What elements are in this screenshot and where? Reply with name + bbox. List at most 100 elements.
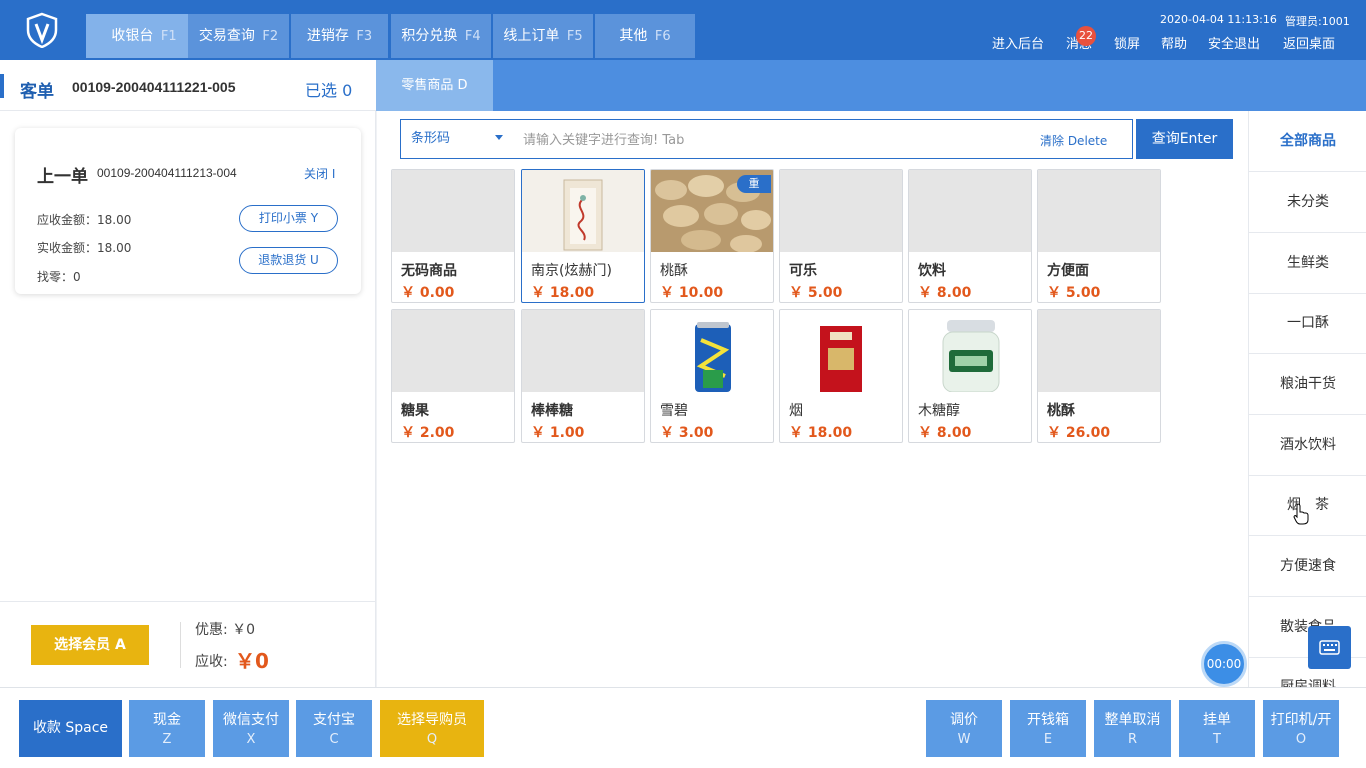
product-name: 桃酥: [1047, 403, 1075, 419]
product-card[interactable]: 重 桃酥 ￥ 10.00: [650, 169, 774, 303]
product-price: ￥ 18.00: [531, 285, 595, 301]
search-input[interactable]: [523, 128, 1023, 152]
cigarette-box-image: [522, 170, 644, 252]
product-card[interactable]: 糖果 ￥ 2.00: [391, 309, 515, 443]
guide-label: 选择导购员: [397, 712, 467, 728]
product-image-placeholder: [522, 310, 644, 392]
tab-inventory[interactable]: 进销存 F3: [291, 14, 388, 58]
product-name: 饮料: [918, 263, 946, 279]
order-header: 客单 00109-200404111221-005 已选 0: [0, 60, 376, 111]
product-name: 糖果: [401, 403, 429, 419]
product-tabs-bar: 零售商品 D: [376, 60, 1366, 111]
product-card[interactable]: 雪碧 ￥ 3.00: [650, 309, 774, 443]
left-panel: 上一单 00109-200404111213-004 关闭 I 应收金额：18.…: [0, 111, 376, 687]
clear-button[interactable]: 清除 Delete: [1040, 132, 1107, 149]
search-type-value: 条形码: [411, 131, 451, 146]
lock-screen-link[interactable]: 锁屏: [1114, 33, 1140, 52]
logout-link[interactable]: 安全退出: [1208, 33, 1260, 52]
product-card[interactable]: 方便面 ￥ 5.00: [1037, 169, 1161, 303]
cash-label: 现金: [153, 712, 181, 728]
category-fresh[interactable]: 生鲜类: [1249, 233, 1366, 294]
product-image-placeholder: [780, 170, 902, 252]
alipay-button[interactable]: 支付宝 C: [296, 700, 372, 757]
product-card[interactable]: 棒棒糖 ￥ 1.00: [521, 309, 645, 443]
product-name: 棒棒糖: [531, 403, 573, 419]
backend-link[interactable]: 进入后台: [992, 33, 1044, 52]
close-link[interactable]: 关闭 I: [304, 165, 335, 182]
tab-other[interactable]: 其他 F6: [595, 14, 695, 58]
category-instant-food[interactable]: 方便速食: [1249, 536, 1366, 597]
refund-button[interactable]: 退款退货 U: [239, 247, 338, 274]
product-card[interactable]: 桃酥 ￥ 26.00: [1037, 309, 1161, 443]
divider: [180, 622, 181, 668]
product-card[interactable]: 南京(炫赫门) ￥ 18.00: [521, 169, 645, 303]
hold-key: T: [1213, 732, 1221, 747]
printer-label: 打印机/开: [1270, 712, 1332, 728]
category-grain-oil[interactable]: 粮油干货: [1249, 354, 1366, 415]
open-drawer-button[interactable]: 开钱箱 E: [1010, 700, 1086, 757]
product-card[interactable]: 可乐 ￥ 5.00: [779, 169, 903, 303]
drawer-key: E: [1043, 732, 1053, 747]
alipay-key: C: [329, 732, 339, 747]
hold-order-button[interactable]: 挂单 T: [1179, 700, 1255, 757]
category-drinks[interactable]: 酒水饮料: [1249, 415, 1366, 476]
select-member-button[interactable]: 选择会员 A: [31, 625, 149, 665]
product-name: 木糖醇: [918, 403, 960, 419]
wechat-pay-button[interactable]: 微信支付 X: [213, 700, 289, 757]
keyboard-icon[interactable]: [1308, 626, 1351, 669]
collect-payment-button[interactable]: 收款 Space: [19, 700, 122, 757]
adjust-key: W: [957, 732, 971, 747]
search-type-select[interactable]: 条形码: [400, 119, 514, 159]
product-card[interactable]: 烟 ￥ 18.00: [779, 309, 903, 443]
product-price: ￥ 18.00: [789, 425, 853, 441]
adjust-price-button[interactable]: 调价 W: [926, 700, 1002, 757]
wechat-key: X: [246, 732, 256, 747]
product-price: ￥ 5.00: [1047, 285, 1101, 301]
hold-label: 挂单: [1203, 712, 1231, 728]
member-section: 选择会员 A 优惠: ￥0 应收: ￥0: [0, 601, 376, 687]
category-crisp[interactable]: 一口酥: [1249, 293, 1366, 354]
discount-label: 优惠: ￥0: [195, 622, 256, 638]
tab-transaction-query[interactable]: 交易查询 F2: [188, 14, 289, 58]
caret-down-icon: [495, 135, 503, 140]
product-card[interactable]: 饮料 ￥ 8.00: [908, 169, 1032, 303]
selected-count: 已选 0: [305, 81, 353, 100]
product-image-placeholder: [1038, 310, 1160, 392]
select-guide-button[interactable]: 选择导购员 Q: [380, 700, 484, 757]
tab-cashier[interactable]: 收银台 F1: [86, 14, 202, 58]
product-name: 南京(炫赫门): [531, 263, 612, 279]
product-price: ￥ 26.00: [1047, 425, 1111, 441]
cash-key: Z: [162, 732, 172, 747]
tab-points[interactable]: 积分兑换 F4: [391, 14, 491, 58]
product-price: ￥ 0.00: [401, 285, 455, 301]
product-image-placeholder: [392, 310, 514, 392]
print-receipt-button[interactable]: 打印小票 Y: [239, 205, 338, 232]
last-order-title: 上一单: [37, 167, 88, 187]
category-all[interactable]: 全部商品: [1249, 111, 1366, 172]
product-price: ￥ 1.00: [531, 425, 585, 441]
printer-button[interactable]: 打印机/开 O: [1263, 700, 1339, 757]
cash-button[interactable]: 现金 Z: [129, 700, 205, 757]
last-order-number: 00109-200404111213-004: [97, 166, 237, 180]
message-count-badge: 22: [1076, 26, 1096, 46]
cancel-order-button[interactable]: 整单取消 R: [1094, 700, 1171, 757]
product-name: 雪碧: [660, 403, 688, 419]
hand-cursor-icon: [1293, 503, 1309, 525]
cigarette-pack-image: [780, 310, 902, 392]
query-button[interactable]: 查询Enter: [1136, 119, 1233, 159]
received-amount: 实收金额：18.00: [37, 241, 132, 255]
product-name: 烟: [789, 403, 803, 419]
due-value: ￥0: [235, 649, 269, 673]
product-name: 无码商品: [401, 263, 457, 279]
category-list: 全部商品 未分类 生鲜类 一口酥 粮油干货 酒水饮料 烟 茶 方便速食 散装食品…: [1248, 111, 1366, 687]
guide-key: Q: [426, 732, 438, 747]
product-price: ￥ 2.00: [401, 425, 455, 441]
desktop-link[interactable]: 返回桌面: [1283, 33, 1335, 52]
timer-badge[interactable]: 00:00: [1201, 641, 1247, 687]
product-card[interactable]: 木糖醇 ￥ 8.00: [908, 309, 1032, 443]
category-uncategorized[interactable]: 未分类: [1249, 172, 1366, 233]
tab-retail-products[interactable]: 零售商品 D: [376, 60, 493, 111]
tab-online-orders[interactable]: 线上订单 F5: [493, 14, 593, 58]
help-link[interactable]: 帮助: [1161, 33, 1187, 52]
product-card[interactable]: 无码商品 ￥ 0.00: [391, 169, 515, 303]
